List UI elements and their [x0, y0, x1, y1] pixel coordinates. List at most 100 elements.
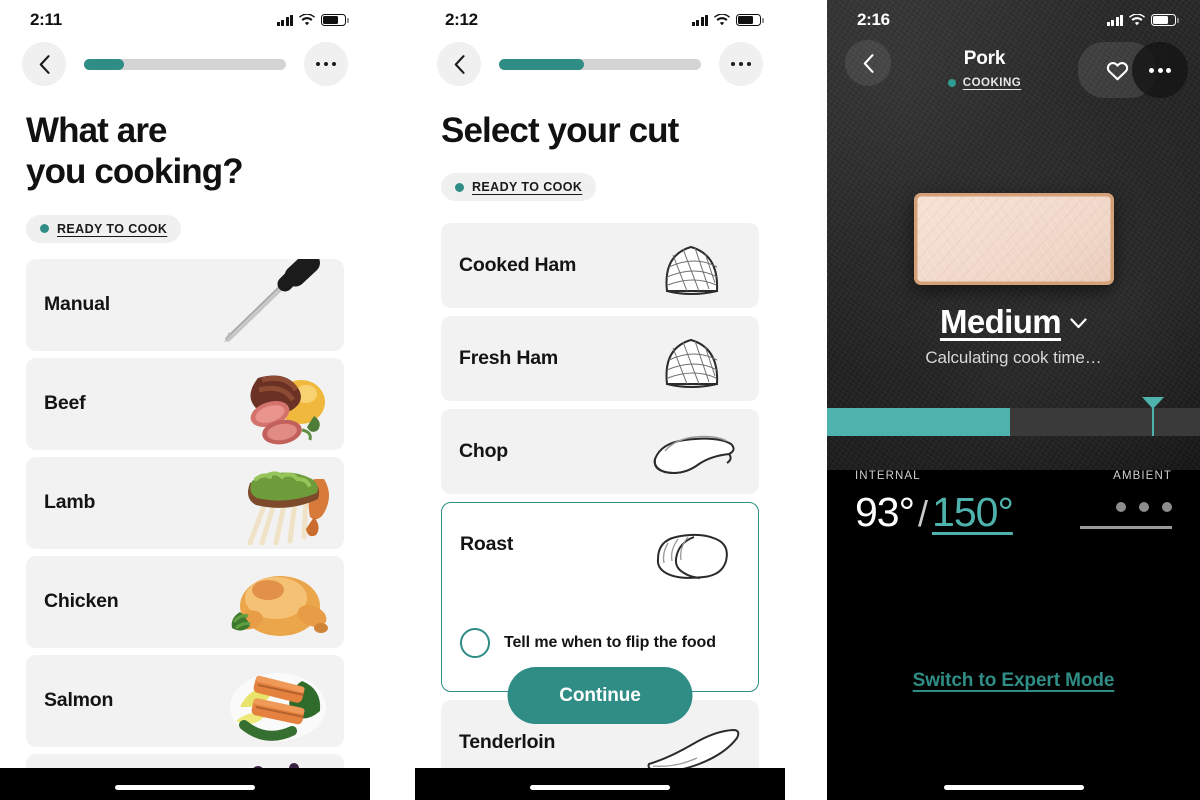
cut-item-label: Cooked Ham [459, 254, 577, 277]
list-item-salmon[interactable]: Salmon [26, 654, 344, 747]
doneness-label: Medium [939, 303, 1062, 340]
status-bar-indicators [691, 13, 764, 27]
more-button[interactable] [719, 42, 763, 86]
gauge-marker-triangle-icon [1141, 397, 1164, 409]
cellular-icon [276, 14, 293, 26]
status-dot-icon [947, 79, 956, 87]
status-badge-cooking[interactable]: COOKING [947, 77, 1022, 89]
switch-to-expert-mode-link[interactable]: Switch to Expert Mode [827, 670, 1200, 692]
home-indicator[interactable] [530, 784, 670, 790]
cellular-icon [691, 14, 708, 26]
list-item-lamb[interactable]: Lamb [26, 456, 344, 549]
status-badge-ready-to-cook[interactable]: READY TO COOK [441, 173, 597, 202]
back-button[interactable] [22, 42, 66, 86]
cut-item-label: Fresh Ham [459, 347, 558, 370]
nav-row [0, 34, 370, 86]
battery-icon [736, 13, 764, 27]
food-category-list: Manual Beef Lamb Chicken Salmon [0, 243, 370, 800]
status-dot-icon [455, 182, 464, 192]
flip-reminder-radio[interactable] [460, 628, 490, 659]
list-item-label: Lamb [44, 491, 96, 514]
list-item-label: Beef [44, 392, 86, 415]
continue-button[interactable]: Continue [507, 667, 693, 724]
more-icon [1149, 67, 1171, 73]
cut-item-roast-selected[interactable]: Roast Tell me when to flip the food [441, 502, 759, 693]
progress-bar [84, 58, 286, 70]
home-indicator-area [827, 768, 1200, 800]
salmon-fillets-photo [206, 655, 336, 747]
page-title: Select your cut [441, 111, 679, 150]
back-icon [39, 54, 50, 74]
status-bar: 2:11 [0, 0, 370, 34]
beef-roast-photo [206, 358, 336, 450]
list-item-beef[interactable]: Beef [26, 357, 344, 450]
temperature-readouts: INTERNAL 93° / 150° AMBIENT [827, 470, 1200, 536]
internal-values: 93° / 150° [855, 489, 1014, 536]
pork-chop-icon [645, 425, 741, 483]
list-item-label: Chicken [44, 590, 119, 613]
cut-item-label: Roast [460, 533, 514, 556]
wifi-icon [1129, 14, 1145, 26]
status-bar: 2:16 [827, 0, 1200, 34]
rack-of-lamb-photo [206, 457, 336, 549]
page-title: What are you cooking? [26, 111, 244, 192]
back-button[interactable] [437, 42, 481, 86]
cut-item-chop[interactable]: Chop [441, 409, 759, 495]
home-indicator[interactable] [115, 784, 255, 790]
pork-loin-photo [913, 193, 1114, 285]
header-actions [1078, 40, 1188, 100]
wifi-icon [714, 14, 730, 26]
home-indicator[interactable] [943, 784, 1084, 790]
ham-icon [645, 330, 741, 389]
status-bar-clock: 2:11 [30, 10, 62, 29]
phone-screen-pork-cooking: 2:16 Pork COOKING Medium Calculating coo… [827, 0, 1200, 800]
doneness-selector[interactable]: Medium [940, 303, 1087, 341]
back-icon [863, 53, 874, 73]
cellular-icon [1106, 14, 1123, 26]
progress-bar [499, 58, 701, 70]
cut-item-cooked-ham[interactable]: Cooked Ham [441, 223, 759, 309]
temperature-gauge [827, 397, 1200, 436]
battery-icon [1151, 13, 1179, 27]
probe-thermometer-icon [210, 258, 330, 349]
flip-reminder-option[interactable]: Tell me when to flip the food [460, 628, 716, 659]
back-icon [454, 54, 465, 74]
progress-bar-fill [84, 58, 125, 70]
cut-item-fresh-ham[interactable]: Fresh Ham [441, 316, 759, 402]
panel-gap [785, 0, 827, 800]
progress-bar-fill [499, 58, 584, 70]
status-bar: 2:12 [415, 0, 785, 34]
three-phone-screenshot-composite: 2:11 What are you cooking? READY TO COOK… [0, 0, 1200, 800]
cut-item-label: Tenderloin [459, 731, 556, 754]
roast-chicken-photo [206, 556, 336, 648]
internal-target-temp[interactable]: 150° [932, 489, 1014, 536]
status-badge-label: COOKING [962, 77, 1022, 89]
more-button[interactable] [1132, 42, 1188, 98]
heart-icon [1106, 61, 1128, 80]
doneness-block: Medium Calculating cook time… [827, 303, 1200, 368]
cut-item-label: Chop [459, 440, 509, 463]
ambient-underline [1080, 526, 1172, 529]
internal-temperature-block: INTERNAL 93° / 150° [855, 470, 1014, 536]
internal-caption: INTERNAL [855, 470, 921, 482]
status-bar-indicators [1106, 13, 1179, 27]
home-indicator-area [415, 768, 785, 800]
status-bar-clock: 2:16 [857, 10, 890, 29]
more-button[interactable] [304, 42, 348, 86]
status-badge-ready-to-cook[interactable]: READY TO COOK [26, 214, 182, 243]
wifi-icon [299, 14, 315, 26]
status-bar-clock: 2:12 [445, 10, 478, 29]
ambient-loading-dots-icon [1080, 502, 1172, 512]
cook-time-status: Calculating cook time… [925, 348, 1102, 367]
home-indicator-area [0, 768, 370, 800]
phone-screen-select-your-cut: 2:12 Select your cut READY TO COOK Cooke… [415, 0, 785, 800]
status-badge-label: READY TO COOK [57, 221, 168, 236]
internal-current-temp: 93° [855, 489, 915, 535]
more-icon [315, 61, 337, 67]
temp-separator: / [918, 493, 929, 534]
back-button[interactable] [845, 40, 891, 86]
more-icon [730, 61, 752, 67]
list-item-label: Manual [44, 293, 110, 316]
list-item-chicken[interactable]: Chicken [26, 555, 344, 648]
list-item-manual[interactable]: Manual [26, 258, 344, 351]
